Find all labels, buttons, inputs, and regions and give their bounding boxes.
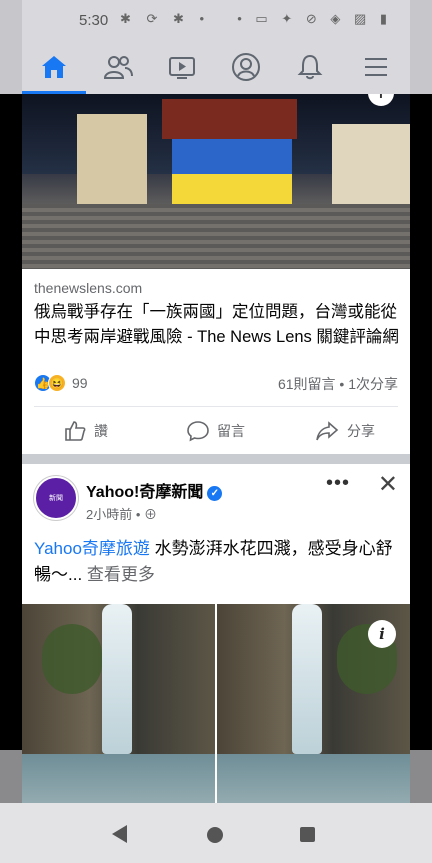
- post-card-link: i thenewslens.com 俄烏戰爭存在「一族兩國」定位問題，台灣或能從…: [22, 94, 410, 454]
- link-preview-image[interactable]: i: [22, 94, 410, 269]
- menu-icon: [365, 58, 387, 76]
- avatar[interactable]: 新聞: [34, 476, 78, 520]
- share-button[interactable]: 分享: [315, 416, 375, 446]
- page-name[interactable]: Yahoo!奇摩新聞 ✓: [86, 478, 223, 502]
- letterbox-left: [0, 0, 22, 803]
- status-right-icons: • ▭ ✦ ⊘ ◈ ▨ ▮: [237, 11, 392, 26]
- system-nav-bar: [0, 803, 432, 863]
- thumbs-up-icon: [65, 421, 86, 441]
- post-timestamp[interactable]: 2小時前 • ⊕: [86, 504, 157, 523]
- comment-button[interactable]: 留言: [187, 416, 245, 446]
- photo-left[interactable]: [22, 604, 215, 803]
- top-nav-bar: [22, 40, 410, 94]
- letterbox-right: [410, 0, 432, 803]
- link-title[interactable]: 俄烏戰爭存在「一族兩國」定位問題，台灣或能從中思考兩岸避戰風險 - The Ne…: [34, 300, 404, 350]
- divider: [34, 406, 398, 407]
- comment-icon: [187, 421, 209, 442]
- link-domain[interactable]: thenewslens.com: [34, 280, 142, 296]
- tab-home[interactable]: [22, 40, 86, 94]
- comments-shares-count[interactable]: 61則留言 • 1次分享: [278, 374, 398, 394]
- tab-menu[interactable]: [342, 40, 410, 94]
- news-feed[interactable]: i thenewslens.com 俄烏戰爭存在「一族兩國」定位問題，台灣或能從…: [22, 94, 410, 803]
- more-options-button[interactable]: •••: [326, 472, 350, 495]
- post-card-photo: 新聞 Yahoo!奇摩新聞 ✓ 2小時前 • ⊕ ••• ✕ Yahoo奇摩旅遊 …: [22, 464, 410, 803]
- watch-icon: [169, 57, 195, 79]
- tab-watch[interactable]: [150, 40, 214, 94]
- notifications-icon: [297, 54, 323, 80]
- home-button-icon[interactable]: [207, 827, 223, 843]
- info-icon[interactable]: i: [368, 620, 396, 648]
- haha-reaction-icon: 😆: [48, 374, 66, 392]
- recent-apps-icon[interactable]: [300, 827, 315, 842]
- reaction-summary[interactable]: 👍 😆 99: [34, 372, 88, 394]
- globe-icon: ⊕: [144, 507, 158, 522]
- friends-icon: [103, 56, 133, 79]
- back-icon[interactable]: [112, 825, 127, 843]
- status-bar: 5:30 ✱ ⟳ ✱ • • ▭ ✦ ⊘ ◈ ▨ ▮: [22, 0, 410, 40]
- post-photo[interactable]: i: [22, 604, 410, 803]
- post-tag-link[interactable]: Yahoo奇摩旅遊: [34, 539, 150, 558]
- comment-label: 留言: [217, 423, 245, 439]
- profile-icon: [232, 53, 260, 81]
- tab-profile[interactable]: [214, 40, 278, 94]
- close-button[interactable]: ✕: [378, 470, 398, 499]
- status-time: 5:30: [79, 12, 109, 29]
- home-icon: [42, 56, 66, 78]
- tab-friends[interactable]: [86, 40, 150, 94]
- share-icon: [316, 421, 339, 441]
- post-text: Yahoo奇摩旅遊 水勢澎湃水花四濺，感受身心舒暢～... 查看更多: [34, 536, 404, 588]
- see-more-link[interactable]: 查看更多: [82, 565, 155, 584]
- status-left-icons: ✱ ⟳ ✱ •: [120, 11, 211, 26]
- reaction-count: 99: [72, 375, 88, 391]
- verified-badge-icon: ✓: [207, 486, 223, 501]
- share-label: 分享: [347, 423, 375, 439]
- tab-notifications[interactable]: [278, 40, 342, 94]
- like-label: 讚: [94, 423, 108, 439]
- like-button[interactable]: 讚: [64, 416, 108, 446]
